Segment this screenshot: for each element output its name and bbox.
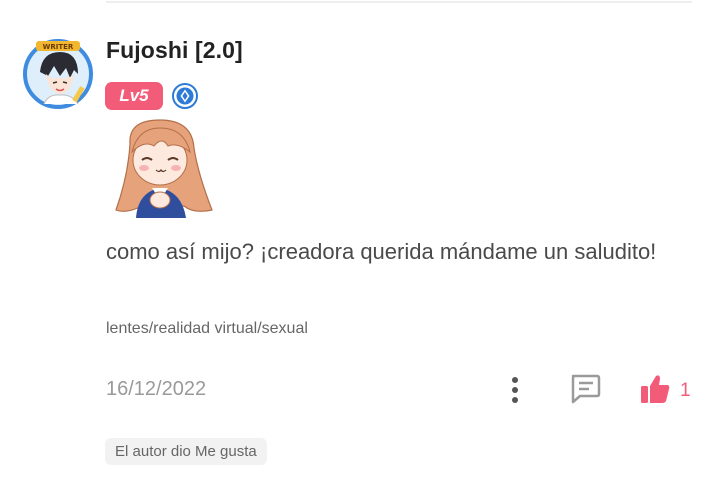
more-vertical-icon[interactable] xyxy=(500,374,530,406)
thumbs-up-icon[interactable] xyxy=(638,372,672,406)
sticker-image xyxy=(115,119,213,218)
top-divider xyxy=(106,1,692,3)
user-avatar[interactable]: WRITER xyxy=(22,38,94,110)
comment-date: 16/12/2022 xyxy=(106,378,207,400)
like-count: 1 xyxy=(680,380,691,401)
level-badge: Lv5 xyxy=(105,82,163,110)
author-liked-badge: El autor dio Me gusta xyxy=(105,438,267,465)
comment-text: como así mijo? ¡creadora querida mándame… xyxy=(106,239,657,264)
comment-tags: lentes/realidad virtual/sexual xyxy=(106,320,308,337)
avatar-badge-text: WRITER xyxy=(43,43,74,51)
diamond-badge-icon xyxy=(172,83,198,109)
username[interactable]: Fujoshi [2.0] xyxy=(106,37,243,64)
avatar-image: WRITER xyxy=(23,39,93,109)
comment-bubble-icon[interactable] xyxy=(568,372,602,404)
